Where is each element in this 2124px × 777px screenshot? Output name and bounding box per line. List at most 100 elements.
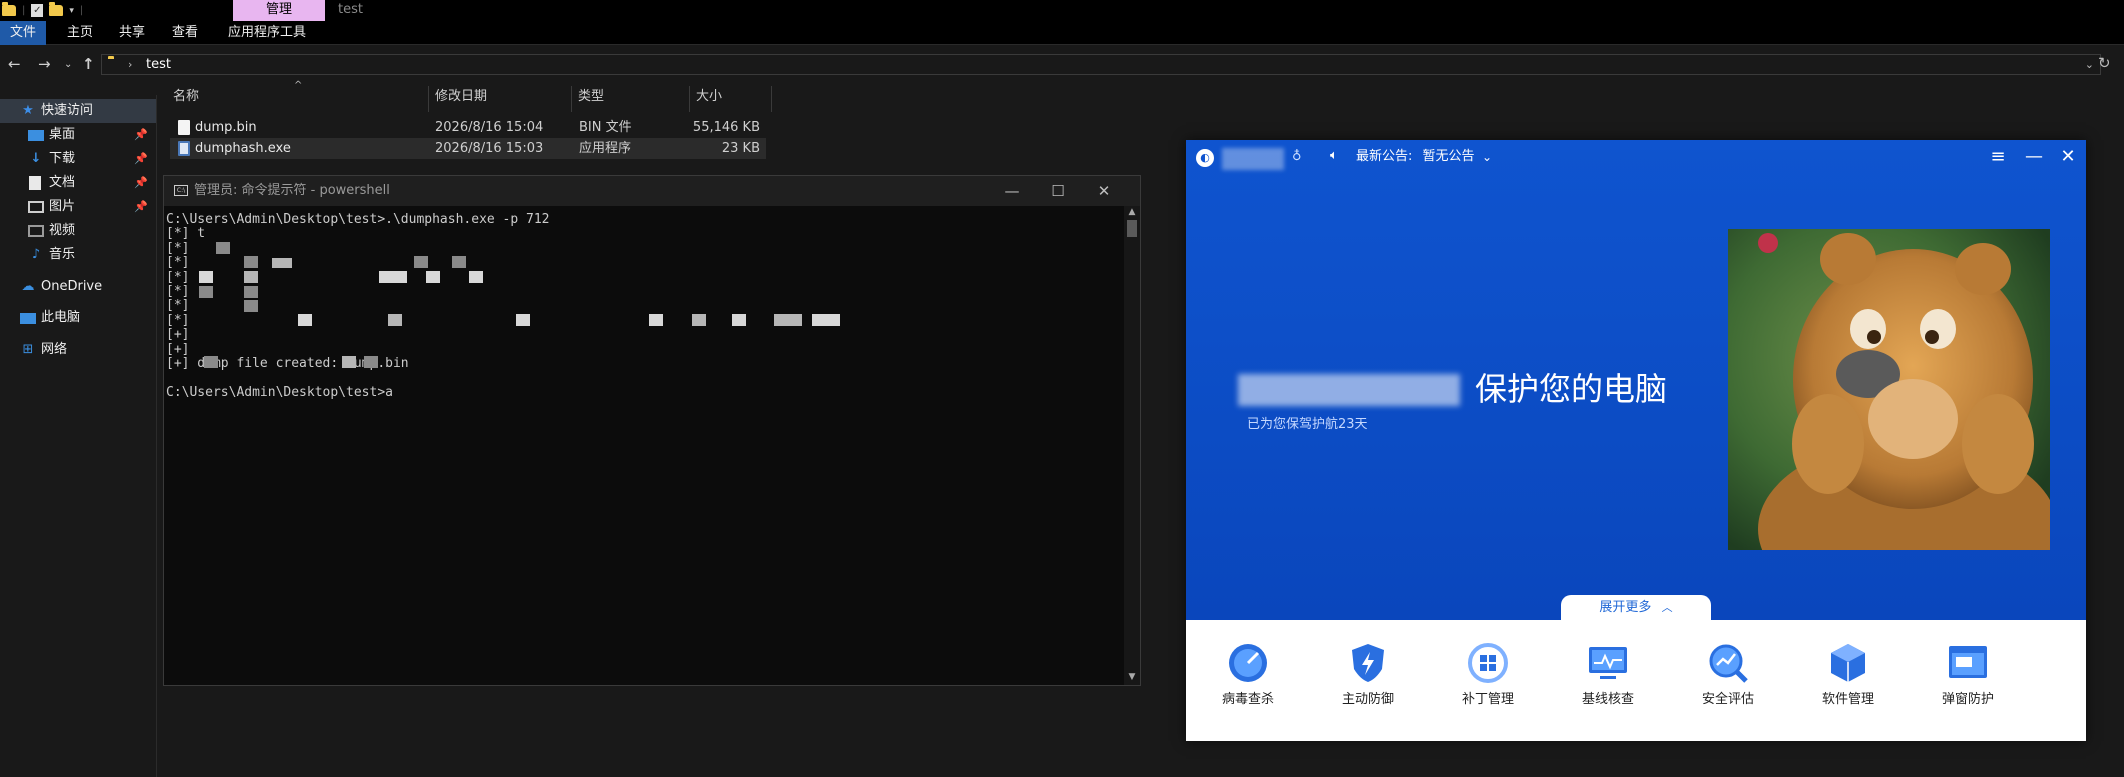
maximize-button[interactable]: ☐ xyxy=(1036,176,1080,206)
sidebar-item-videos[interactable]: 视频 xyxy=(0,219,156,243)
tab-share[interactable]: 共享 xyxy=(109,21,155,45)
sidebar-item-this-pc[interactable]: 此电脑 xyxy=(0,306,156,330)
sidebar-item-network[interactable]: ⊞ 网络 xyxy=(0,338,156,362)
console-line: [*] t xyxy=(166,226,206,242)
forward-arrow-icon[interactable]: → xyxy=(38,53,51,76)
close-button[interactable]: ✕ xyxy=(2054,144,2082,170)
ribbon-context-tab[interactable]: 管理 xyxy=(233,0,325,21)
back-arrow-icon[interactable]: ← xyxy=(8,53,21,76)
tool-label: 基线核查 xyxy=(1581,692,1634,707)
console-line: C:\Users\Admin\Desktop\test>.\dumphash.e… xyxy=(166,212,550,227)
tool-active-defense[interactable]: 主动防御 xyxy=(1328,641,1408,721)
breadcrumb-chevron-right-icon[interactable]: › xyxy=(128,55,132,74)
desktop-icon xyxy=(28,130,44,141)
tool-label: 主动防御 xyxy=(1341,692,1394,707)
breadcrumb-current[interactable]: test xyxy=(146,55,171,74)
up-arrow-icon[interactable]: ↑ xyxy=(82,53,95,76)
recent-locations-chevron-down-icon[interactable]: ⌄ xyxy=(64,53,72,76)
redacted-block xyxy=(732,314,746,326)
redacted-block xyxy=(414,256,428,268)
console-line: [+] dump file created: dump.bin xyxy=(166,355,409,371)
file-size: 23 KB xyxy=(721,141,760,156)
sidebar-item-downloads[interactable]: ↓ 下载 📌 xyxy=(0,147,156,171)
pin-icon[interactable]: 📌 xyxy=(134,171,148,195)
tool-virus-scan[interactable]: 病毒查杀 xyxy=(1208,641,1288,721)
sidebar-item-pictures[interactable]: 图片 📌 xyxy=(0,195,156,219)
tool-label: 安全评估 xyxy=(1701,692,1754,707)
tool-software-management[interactable]: 软件管理 xyxy=(1808,641,1888,721)
menu-icon[interactable]: ≡ xyxy=(1984,144,2012,170)
tab-home[interactable]: 主页 xyxy=(57,21,103,45)
tools-bar: 病毒查杀 主动防御 补丁管理 基线核查 安全评估 软件管理 弹窗防护 xyxy=(1186,620,2086,741)
tool-baseline-check[interactable]: 基线核查 xyxy=(1568,641,1648,721)
music-icon: ♪ xyxy=(31,247,41,262)
tab-view[interactable]: 查看 xyxy=(162,21,208,45)
scrollbar-thumb[interactable] xyxy=(1127,220,1137,237)
pin-icon[interactable]: 📌 xyxy=(134,123,148,147)
tool-popup-protection[interactable]: 弹窗防护 xyxy=(1928,641,2008,721)
column-header-type[interactable]: 类型 xyxy=(572,86,690,112)
redacted-block xyxy=(342,356,356,368)
sidebar-item-quick-access[interactable]: ★ 快速访问 xyxy=(0,99,156,123)
sidebar-item-desktop[interactable]: 桌面 📌 xyxy=(0,123,156,147)
redacted-block xyxy=(774,314,802,326)
tool-label: 补丁管理 xyxy=(1461,692,1514,707)
scroll-down-arrow-icon[interactable]: ▼ xyxy=(1124,671,1140,683)
console-output[interactable]: C:\Users\Admin\Desktop\test>.\dumphash.e… xyxy=(164,206,1124,685)
protection-days: 已为您保驾护航23天 xyxy=(1247,417,1368,432)
folder-icon[interactable] xyxy=(2,2,16,16)
sidebar-item-onedrive[interactable]: ☁ OneDrive xyxy=(0,275,156,299)
explorer-title-bar: | ✓ ▾ | 管理 test xyxy=(0,0,2124,21)
badge-icon[interactable]: ♁ xyxy=(1292,149,1302,164)
redacted-block xyxy=(244,300,258,312)
tool-label: 软件管理 xyxy=(1821,692,1874,707)
patch-icon xyxy=(1468,643,1508,683)
new-folder-icon[interactable] xyxy=(49,2,64,16)
download-icon: ↓ xyxy=(30,151,42,166)
chevron-up-icon: ︿ xyxy=(1661,601,1673,614)
file-type: 应用程序 xyxy=(579,141,632,156)
console-line: [*] xyxy=(166,255,198,271)
console-line: [+] xyxy=(166,341,198,357)
redacted-block xyxy=(692,314,706,326)
address-chevron-down-icon[interactable]: ⌄ xyxy=(2085,55,2094,74)
toolbar-divider: | xyxy=(22,5,26,16)
app-logo-icon: ◐ xyxy=(1196,149,1214,167)
customize-toolbar-chevron-down-icon[interactable]: ▾ xyxy=(69,6,74,16)
notice-chevron-down-icon[interactable]: ⌄ xyxy=(1482,148,1492,166)
file-row[interactable]: dump.bin 2026/8/16 15:04 BIN 文件 55,146 K… xyxy=(170,117,766,138)
expand-more-button[interactable]: 展开更多 ︿ xyxy=(1561,595,1711,620)
redacted-block xyxy=(204,356,218,368)
sidebar-item-label: OneDrive xyxy=(41,279,103,294)
scroll-up-arrow-icon[interactable]: ▲ xyxy=(1124,206,1140,218)
minimize-button[interactable]: — xyxy=(2020,144,2048,170)
speaker-icon: 🔈︎ xyxy=(1330,148,1338,163)
powershell-window: C:\ 管理员: 命令提示符 - powershell — ☐ ✕ C:\Use… xyxy=(163,175,1141,686)
pin-icon[interactable]: 📌 xyxy=(134,147,148,171)
notice-bar[interactable]: 最新公告: 暂无公告 xyxy=(1356,148,1475,166)
tool-security-assessment[interactable]: 安全评估 xyxy=(1688,641,1768,721)
tab-application-tools[interactable]: 应用程序工具 xyxy=(218,21,316,45)
properties-icon[interactable]: ✓ xyxy=(31,4,44,17)
console-scrollbar[interactable]: ▲ ▼ xyxy=(1124,206,1140,685)
tab-file[interactable]: 文件 xyxy=(0,21,47,45)
column-header-modified[interactable]: 修改日期 xyxy=(429,86,572,112)
file-row[interactable]: dumphash.exe 2026/8/16 15:03 应用程序 23 KB xyxy=(170,138,766,159)
column-header-size[interactable]: 大小 xyxy=(690,86,772,112)
refresh-icon[interactable]: ↻ xyxy=(2098,54,2111,72)
pin-icon[interactable]: 📌 xyxy=(134,195,148,219)
console-line: [*] xyxy=(166,283,198,299)
address-input[interactable]: › test ⌄ xyxy=(101,54,2101,75)
sidebar-item-music[interactable]: ♪ 音乐 xyxy=(0,243,156,267)
close-button[interactable]: ✕ xyxy=(1082,176,1126,206)
expand-more-label: 展开更多 xyxy=(1599,600,1652,615)
minimize-button[interactable]: — xyxy=(990,176,1034,206)
protection-headline: 保护您的电脑 xyxy=(1475,370,1668,408)
sidebar-item-documents[interactable]: 文档 📌 xyxy=(0,171,156,195)
redacted-block xyxy=(388,314,402,326)
redacted-product-name xyxy=(1238,374,1460,406)
powershell-title-bar[interactable]: C:\ 管理员: 命令提示符 - powershell — ☐ ✕ xyxy=(164,176,1140,206)
tool-label: 病毒查杀 xyxy=(1221,692,1274,707)
tool-patch-management[interactable]: 补丁管理 xyxy=(1448,641,1528,721)
picture-icon xyxy=(28,201,44,213)
